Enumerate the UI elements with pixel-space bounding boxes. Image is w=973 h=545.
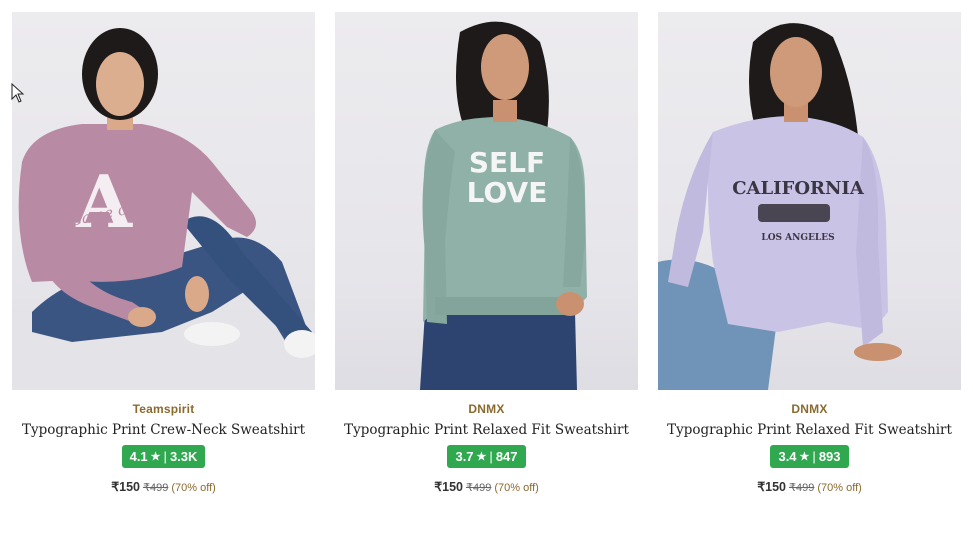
model-photo-green-sweatshirt: SELF LOVE (420, 21, 587, 390)
print-text-line2: LOS ANGELES (761, 233, 834, 243)
product-card[interactable]: SELF LOVE DNMX Typographic Print Relaxed… (335, 12, 638, 494)
rating-badge: 3.4 ★ | 893 (770, 445, 849, 468)
mrp: ₹499 (143, 482, 169, 494)
mouse-cursor-icon (11, 83, 25, 103)
rating-badge: 4.1 ★ | 3.3K (121, 445, 206, 468)
star-icon: ★ (799, 451, 810, 463)
discount: (70% off) (494, 482, 539, 494)
star-icon: ★ (150, 451, 161, 463)
product-card[interactable]: CALIFORNIA LOS ANGELES DNMX Typographic … (658, 12, 961, 494)
product-title[interactable]: Typographic Print Relaxed Fit Sweatshirt (344, 422, 629, 438)
rating-separator: | (163, 449, 167, 464)
product-grid: A Game on Teamspirit Typographic Print C… (12, 12, 961, 494)
product-card[interactable]: A Game on Teamspirit Typographic Print C… (12, 12, 315, 494)
review-count: 893 (818, 449, 841, 464)
mrp: ₹499 (466, 482, 492, 494)
rating-separator: | (812, 449, 816, 464)
price: ₹150 (434, 480, 463, 494)
review-count: 3.3K (169, 449, 198, 464)
product-image[interactable]: A Game on (12, 12, 315, 390)
brand-name: DNMX (791, 402, 828, 416)
brand-name: Teamspirit (132, 402, 195, 416)
price-row: ₹150 ₹499 (70% off) (757, 479, 862, 494)
model-photo-lavender-sweatshirt: CALIFORNIA LOS ANGELES (658, 23, 902, 390)
price-row: ₹150 ₹499 (70% off) (111, 479, 216, 494)
print-text-line1: SELF (469, 146, 545, 179)
discount: (70% off) (817, 482, 862, 494)
rating-value: 4.1 (129, 449, 148, 464)
rating-value: 3.4 (778, 449, 797, 464)
print-text-line2: LOVE (467, 176, 548, 209)
product-image[interactable]: SELF LOVE (335, 12, 638, 390)
price: ₹150 (111, 480, 140, 494)
review-count: 847 (495, 449, 518, 464)
product-title[interactable]: Typographic Print Relaxed Fit Sweatshirt (667, 422, 952, 438)
product-image[interactable]: CALIFORNIA LOS ANGELES (658, 12, 961, 390)
brand-name: DNMX (468, 402, 505, 416)
product-title[interactable]: Typographic Print Crew-Neck Sweatshirt (22, 422, 305, 438)
star-icon: ★ (476, 451, 487, 463)
mrp: ₹499 (789, 482, 815, 494)
price: ₹150 (757, 480, 786, 494)
discount: (70% off) (171, 482, 216, 494)
rating-separator: | (489, 449, 493, 464)
rating-badge: 3.7 ★ | 847 (447, 445, 526, 468)
model-photo-pink-sweatshirt: A Game on (12, 28, 315, 390)
price-row: ₹150 ₹499 (70% off) (434, 479, 539, 494)
rating-value: 3.7 (455, 449, 474, 464)
print-text-line1: CALIFORNIA (732, 178, 865, 199)
